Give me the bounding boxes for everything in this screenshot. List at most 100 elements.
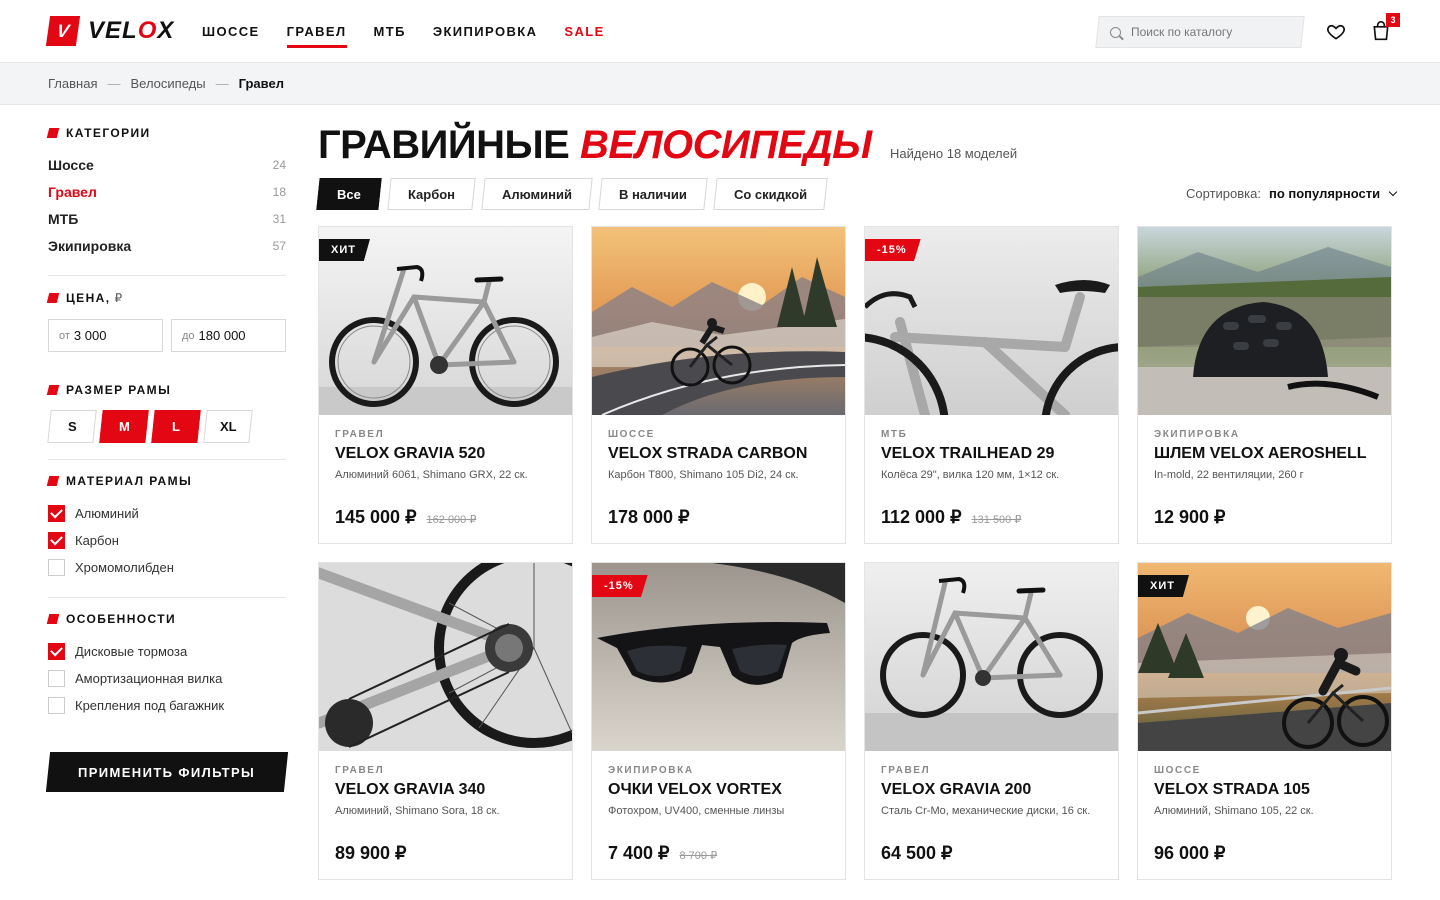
chip-all[interactable]: Все (316, 178, 382, 210)
product-image[interactable]: -15% (865, 227, 1118, 415)
logo-mark: V (45, 16, 81, 46)
price-title: ЦЕНА, (66, 291, 111, 305)
product-badge-discount: -15% (592, 575, 648, 597)
material-title: МАТЕРИАЛ РАМЫ (66, 474, 193, 488)
feature-rack-mounts[interactable]: Крепления под багажник (48, 692, 224, 719)
category-label: Экипировка (48, 237, 132, 254)
checkbox-unchecked[interactable] (48, 559, 65, 576)
size-label: L (172, 419, 180, 434)
product-price: 145 000 ₽ 162 000 ₽ (335, 507, 476, 528)
category-mtb[interactable]: МТБ 31 (48, 205, 286, 232)
product-image[interactable] (1138, 227, 1391, 415)
logo[interactable]: V VELOX (45, 16, 174, 46)
product-spec: Колёса 29", вилка 120 мм, 1×12 ск. (881, 469, 1060, 481)
product-price: 12 900 ₽ (1154, 507, 1236, 528)
nav-item-road[interactable]: ШОССЕ (202, 20, 260, 43)
sort-control[interactable]: Сортировка: по популярности (1186, 186, 1398, 201)
feature-suspension-fork[interactable]: Амортизационная вилка (48, 665, 224, 692)
product-spec: Фотохром, UV400, сменные линзы (608, 805, 785, 817)
checkbox-unchecked[interactable] (48, 697, 65, 714)
features-list: Дисковые тормоза Амортизационная вилка К… (48, 638, 224, 719)
chip-label: Все (337, 186, 361, 202)
category-label: МТБ (48, 210, 79, 227)
search-input[interactable] (1131, 25, 1291, 39)
current-price: 89 900 ₽ (335, 843, 407, 863)
category-count: 31 (272, 211, 286, 226)
category-gear[interactable]: Экипировка 57 (48, 232, 286, 259)
quick-filter-chips: Все Карбон Алюминий В наличии Со скидкой (316, 178, 828, 210)
category-gravel[interactable]: Гравел 18 (48, 178, 286, 205)
product-card[interactable]: ГРАВЕЛ VELOX GRAVIA 340 Алюминий, Shiman… (318, 562, 573, 880)
chevron-down-icon[interactable] (1388, 187, 1398, 197)
product-name[interactable]: ШЛЕМ VELOX AEROSHELL (1154, 445, 1367, 463)
nav-item-gear[interactable]: ЭКИПИРОВКА (433, 20, 538, 43)
size-option-s[interactable]: S (47, 410, 97, 443)
chip-discount[interactable]: Со скидкой (713, 178, 828, 210)
size-option-l[interactable]: L (151, 410, 201, 443)
nav-item-sale[interactable]: SALE (564, 20, 604, 43)
checkbox-unchecked[interactable] (48, 670, 65, 687)
section-marker (46, 476, 60, 486)
product-name[interactable]: VELOX TRAILHEAD 29 (881, 445, 1054, 463)
product-card[interactable]: -15% МТБ VELOX TRAILHEAD 29 Колёса 29", … (864, 226, 1119, 544)
heart-icon[interactable] (1326, 22, 1346, 42)
checkbox-checked[interactable] (48, 505, 65, 522)
material-chromoly[interactable]: Хромомолибден (48, 554, 174, 581)
chip-carbon[interactable]: Карбон (387, 178, 476, 210)
product-spec: Алюминий, Shimano 105, 22 ск. (1154, 805, 1314, 817)
chip-in-stock[interactable]: В наличии (598, 178, 708, 210)
product-name[interactable]: VELOX GRAVIA 520 (335, 445, 485, 463)
breadcrumb: Главная — Велосипеды — Гравел (0, 63, 1440, 105)
chip-label: Алюминий (501, 186, 572, 202)
chip-label: В наличии (618, 186, 687, 202)
material-carbon[interactable]: Карбон (48, 527, 174, 554)
page-title-part1: ГРАВИЙНЫЕ (318, 123, 570, 167)
size-option-m[interactable]: M (99, 410, 149, 443)
product-image[interactable] (865, 563, 1118, 751)
product-card[interactable]: ЭКИПИРОВКА ШЛЕМ VELOX AEROSHELL In-mold,… (1137, 226, 1392, 544)
nav-item-mtb[interactable]: МТБ (374, 20, 406, 43)
breadcrumb-home[interactable]: Главная (48, 76, 97, 91)
price-to-field[interactable]: до 180 000 (171, 319, 286, 352)
size-option-xl[interactable]: XL (203, 410, 253, 443)
product-card[interactable]: -15% ЭКИПИРОВКА ОЧКИ VELOX VORTEX Фотохр… (591, 562, 846, 880)
chip-label: Со скидкой (733, 186, 808, 202)
logo-text-part1: VEL (88, 17, 138, 44)
chip-aluminium[interactable]: Алюминий (481, 178, 593, 210)
breadcrumb-bikes[interactable]: Велосипеды (130, 76, 205, 91)
breadcrumb-separator: — (107, 76, 121, 91)
feature-disc-brakes[interactable]: Дисковые тормоза (48, 638, 224, 665)
product-card[interactable]: ХИТ ГРАВЕЛ VELOX GRAVIA 520 Алюминий 606… (318, 226, 573, 544)
category-count: 18 (272, 184, 286, 199)
product-image[interactable] (592, 227, 845, 415)
category-road[interactable]: Шоссе 24 (48, 151, 286, 178)
search-box[interactable] (1095, 16, 1305, 48)
product-name[interactable]: VELOX STRADA 105 (1154, 781, 1310, 799)
product-name[interactable]: ОЧКИ VELOX VORTEX (608, 781, 782, 799)
old-price: 162 000 ₽ (426, 514, 477, 526)
product-image[interactable]: -15% (592, 563, 845, 751)
product-name[interactable]: VELOX GRAVIA 340 (335, 781, 485, 799)
site-header: V VELOX ШОССЕ ГРАВЕЛ МТБ ЭКИПИРОВКА SALE… (0, 0, 1440, 63)
checkbox-label: Алюминий (75, 506, 139, 521)
category-label: Шоссе (48, 156, 94, 173)
product-image[interactable]: ХИТ (319, 227, 572, 415)
size-label: S (67, 419, 77, 434)
sort-value[interactable]: по популярности (1269, 186, 1380, 201)
checkbox-checked[interactable] (48, 532, 65, 549)
apply-filters-button[interactable]: ПРИМЕНИТЬ ФИЛЬТРЫ (45, 752, 289, 792)
material-aluminium[interactable]: Алюминий (48, 500, 174, 527)
apply-filters-label: ПРИМЕНИТЬ ФИЛЬТРЫ (78, 764, 256, 780)
product-card[interactable]: ГРАВЕЛ VELOX GRAVIA 200 Сталь Cr-Mo, мех… (864, 562, 1119, 880)
product-image[interactable] (319, 563, 572, 751)
product-card[interactable]: ХИТ ШОССЕ VELOX STRADA 105 Алюминий, Shi… (1137, 562, 1392, 880)
product-category: ЭКИПИРОВКА (1154, 429, 1240, 440)
product-image[interactable]: ХИТ (1138, 563, 1391, 751)
nav-item-gravel[interactable]: ГРАВЕЛ (286, 20, 347, 48)
checkbox-checked[interactable] (48, 643, 65, 660)
product-name[interactable]: VELOX STRADA CARBON (608, 445, 807, 463)
price-from-field[interactable]: от 3 000 (48, 319, 163, 352)
product-name[interactable]: VELOX GRAVIA 200 (881, 781, 1031, 799)
product-card[interactable]: ШОССЕ VELOX STRADA CARBON Карбон T800, S… (591, 226, 846, 544)
divider (48, 459, 286, 460)
